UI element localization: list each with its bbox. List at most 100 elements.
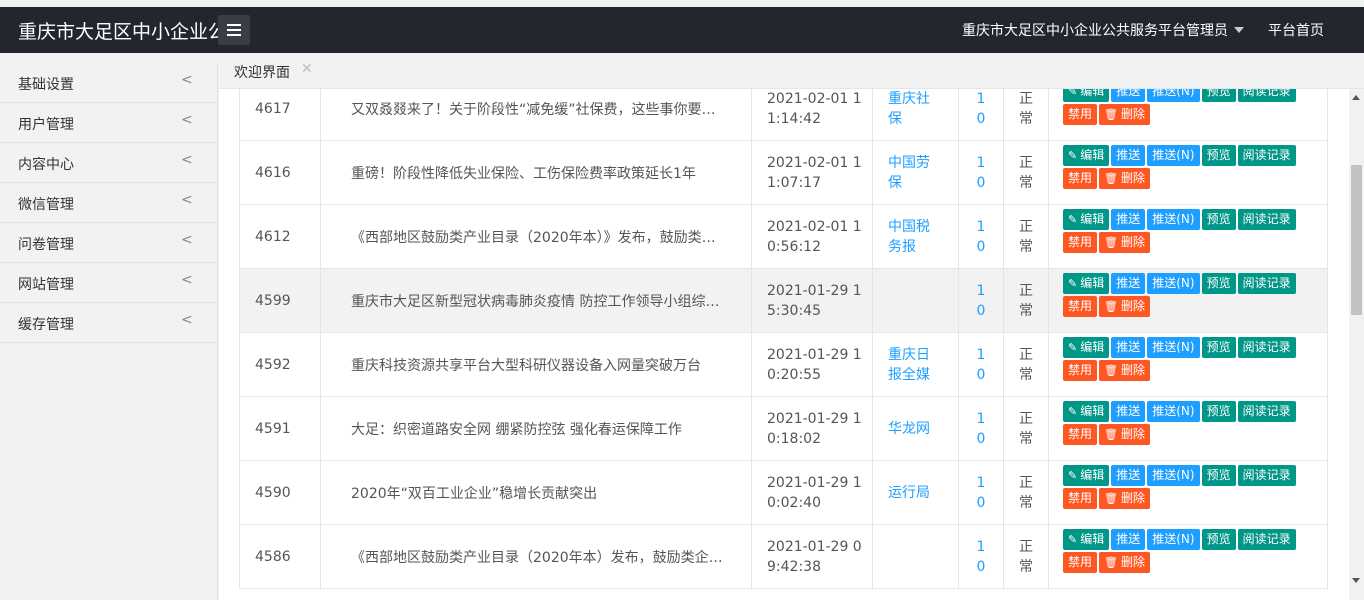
source-line1[interactable]: 重庆社 <box>888 89 958 109</box>
read-count-line1[interactable]: 1 <box>959 89 1003 109</box>
read-log-button[interactable]: 阅读记录 <box>1237 145 1296 166</box>
push-n-button[interactable]: 推送(N) <box>1147 401 1200 422</box>
preview-button[interactable]: 预览 <box>1201 401 1236 422</box>
push-n-button[interactable]: 推送(N) <box>1147 89 1200 102</box>
source-line2[interactable]: 报全媒 <box>888 365 958 385</box>
disable-button[interactable]: 禁用 <box>1063 488 1098 509</box>
push-n-button[interactable]: 推送(N) <box>1147 273 1200 294</box>
sidebar-item-website-management[interactable]: 网站管理 < <box>0 263 217 303</box>
admin-user-menu[interactable]: 重庆市大足区中小企业公共服务平台管理员 <box>962 20 1228 40</box>
source-line2[interactable]: 保 <box>888 173 958 193</box>
tab-welcome[interactable]: 欢迎界面 <box>234 62 290 82</box>
read-log-button[interactable]: 阅读记录 <box>1237 209 1296 230</box>
push-n-button[interactable]: 推送(N) <box>1147 145 1200 166</box>
push-button[interactable]: 推送 <box>1111 401 1146 422</box>
delete-button[interactable]: 🗑 删除 <box>1099 424 1150 445</box>
read-count-line1[interactable]: 1 <box>959 153 1003 173</box>
edit-button[interactable]: ✎ 编辑 <box>1063 89 1110 102</box>
preview-button[interactable]: 预览 <box>1201 273 1236 294</box>
read-count-line2[interactable]: 0 <box>959 429 1003 449</box>
read-count-line2[interactable]: 0 <box>959 557 1003 577</box>
disable-button[interactable]: 禁用 <box>1063 360 1098 381</box>
preview-button[interactable]: 预览 <box>1201 529 1236 550</box>
vertical-scrollbar[interactable] <box>1349 89 1364 600</box>
read-count-line1[interactable]: 1 <box>959 281 1003 301</box>
delete-button[interactable]: 🗑 删除 <box>1099 552 1150 573</box>
source-line2[interactable]: 保 <box>888 109 958 129</box>
read-count-line1[interactable]: 1 <box>959 409 1003 429</box>
edit-button[interactable]: ✎ 编辑 <box>1063 401 1110 422</box>
source-line1[interactable]: 华龙网 <box>888 419 958 439</box>
preview-button[interactable]: 预览 <box>1201 145 1236 166</box>
source-line1[interactable]: 重庆日 <box>888 345 958 365</box>
edit-button[interactable]: ✎ 编辑 <box>1063 209 1110 230</box>
push-n-button[interactable]: 推送(N) <box>1147 337 1200 358</box>
read-count-line1[interactable]: 1 <box>959 345 1003 365</box>
preview-button[interactable]: 预览 <box>1201 337 1236 358</box>
edit-button[interactable]: ✎ 编辑 <box>1063 337 1110 358</box>
push-button[interactable]: 推送 <box>1111 273 1146 294</box>
disable-button[interactable]: 禁用 <box>1063 232 1098 253</box>
source-line1[interactable]: 运行局 <box>888 483 958 503</box>
table-row[interactable]: 4586 《西部地区鼓励类产业目录（2020年本）发布，鼓励类企… 2021-01-… <box>239 524 1328 589</box>
read-count-line2[interactable]: 0 <box>959 173 1003 193</box>
sidebar-item-content-center[interactable]: 内容中心 < <box>0 143 217 183</box>
edit-button[interactable]: ✎ 编辑 <box>1063 529 1110 550</box>
disable-button[interactable]: 禁用 <box>1063 552 1098 573</box>
edit-button[interactable]: ✎ 编辑 <box>1063 465 1110 486</box>
read-log-button[interactable]: 阅读记录 <box>1237 465 1296 486</box>
edit-button[interactable]: ✎ 编辑 <box>1063 273 1110 294</box>
push-button[interactable]: 推送 <box>1111 209 1146 230</box>
sidebar-item-cache-management[interactable]: 缓存管理 < <box>0 303 217 343</box>
table-row[interactable]: 4617 又双叒叕来了！关于阶段性“减免缓”社保费，这些事你要… 2021-02-0… <box>239 89 1328 141</box>
push-button[interactable]: 推送 <box>1111 337 1146 358</box>
preview-button[interactable]: 预览 <box>1201 465 1236 486</box>
source-line1[interactable]: 中国税 <box>888 217 958 237</box>
disable-button[interactable]: 禁用 <box>1063 168 1098 189</box>
table-row[interactable]: 4616 重磅！阶段性降低失业保险、工伤保险费率政策延长1年 2021-02-01 … <box>239 140 1328 205</box>
read-log-button[interactable]: 阅读记录 <box>1237 529 1296 550</box>
read-count-line1[interactable]: 1 <box>959 217 1003 237</box>
delete-button[interactable]: 🗑 删除 <box>1099 488 1150 509</box>
disable-button[interactable]: 禁用 <box>1063 424 1098 445</box>
read-log-button[interactable]: 阅读记录 <box>1237 337 1296 358</box>
table-row[interactable]: 4599 重庆市大足区新型冠状病毒肺炎疫情 防控工作领导小组综… 2021-01-2… <box>239 268 1328 333</box>
read-count-line2[interactable]: 0 <box>959 109 1003 129</box>
read-count-line2[interactable]: 0 <box>959 301 1003 321</box>
close-icon[interactable]: ✕ <box>301 61 313 77</box>
read-count-line2[interactable]: 0 <box>959 493 1003 513</box>
delete-button[interactable]: 🗑 删除 <box>1099 296 1150 317</box>
disable-button[interactable]: 禁用 <box>1063 296 1098 317</box>
source-line2[interactable]: 务报 <box>888 237 958 257</box>
edit-button[interactable]: ✎ 编辑 <box>1063 145 1110 166</box>
read-count-line1[interactable]: 1 <box>959 473 1003 493</box>
push-button[interactable]: 推送 <box>1111 89 1146 102</box>
disable-button[interactable]: 禁用 <box>1063 104 1098 125</box>
read-log-button[interactable]: 阅读记录 <box>1237 89 1296 102</box>
delete-button[interactable]: 🗑 删除 <box>1099 168 1150 189</box>
preview-button[interactable]: 预览 <box>1201 209 1236 230</box>
sidebar-item-wechat-management[interactable]: 微信管理 < <box>0 183 217 223</box>
delete-button[interactable]: 🗑 删除 <box>1099 360 1150 381</box>
sidebar-item-basic-settings[interactable]: 基础设置 < <box>0 63 217 103</box>
preview-button[interactable]: 预览 <box>1201 89 1236 102</box>
caret-down-icon[interactable] <box>1234 27 1244 33</box>
push-button[interactable]: 推送 <box>1111 529 1146 550</box>
read-count-line2[interactable]: 0 <box>959 365 1003 385</box>
sidebar-item-user-management[interactable]: 用户管理 < <box>0 103 217 143</box>
platform-home-link[interactable]: 平台首页 <box>1268 20 1324 40</box>
read-count-line1[interactable]: 1 <box>959 537 1003 557</box>
source-line1[interactable]: 中国劳 <box>888 153 958 173</box>
push-n-button[interactable]: 推送(N) <box>1147 465 1200 486</box>
push-button[interactable]: 推送 <box>1111 145 1146 166</box>
push-n-button[interactable]: 推送(N) <box>1147 529 1200 550</box>
table-row[interactable]: 4592 重庆科技资源共享平台大型科研仪器设备入网量突破万台 2021-01-29 … <box>239 332 1328 397</box>
table-row[interactable]: 4590 2020年“双百工业企业”稳增长贡献突出 2021-01-29 1 0:02… <box>239 460 1328 525</box>
menu-toggle-button[interactable] <box>218 15 250 45</box>
delete-button[interactable]: 🗑 删除 <box>1099 104 1150 125</box>
scrollbar-thumb[interactable] <box>1351 165 1362 315</box>
push-n-button[interactable]: 推送(N) <box>1147 209 1200 230</box>
push-button[interactable]: 推送 <box>1111 465 1146 486</box>
read-log-button[interactable]: 阅读记录 <box>1237 273 1296 294</box>
read-count-line2[interactable]: 0 <box>959 237 1003 257</box>
